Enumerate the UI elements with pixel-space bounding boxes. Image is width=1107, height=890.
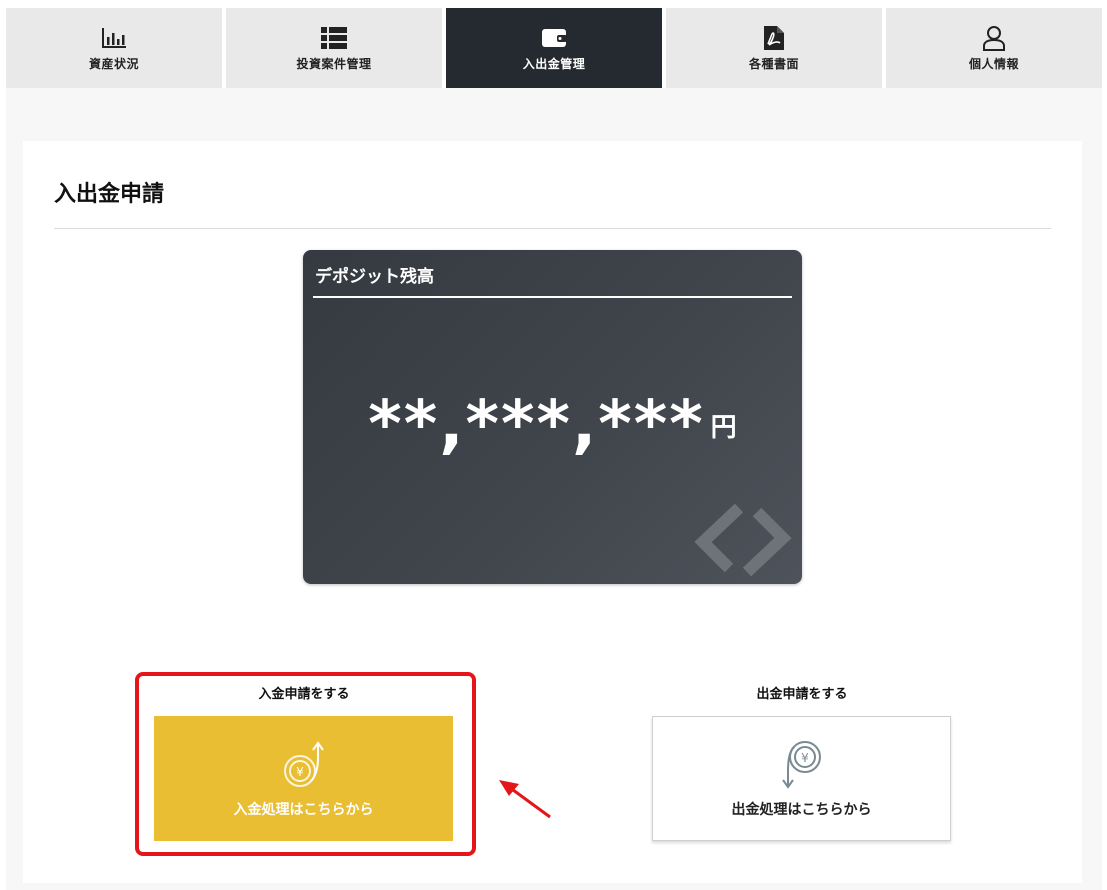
page-title: 入出金申請 xyxy=(54,182,165,207)
withdraw-button-label: 出金処理はこちらから xyxy=(731,801,872,818)
tab-deposit-withdrawal[interactable]: 入出金管理 xyxy=(446,8,662,100)
tab-label: 入出金管理 xyxy=(522,56,586,71)
brand-logo-icon xyxy=(694,503,792,577)
tab-investment-management[interactable]: 投資案件管理 xyxy=(226,8,442,88)
pdf-file-icon xyxy=(760,25,788,51)
highlight-annotation xyxy=(135,672,476,856)
tab-personal-info[interactable]: 個人情報 xyxy=(886,8,1102,88)
annotation-arrow-icon xyxy=(499,780,551,819)
withdraw-heading: 出金申請をする xyxy=(756,687,848,702)
title-divider xyxy=(54,228,1051,229)
main-tab-nav: 資産状況 投資案件管理 入出金管理 各種書面 個人情報 xyxy=(6,8,1102,100)
card-title: デポジット残高 xyxy=(315,267,434,287)
tab-asset-status[interactable]: 資産状況 xyxy=(6,8,222,88)
yen-coin-down-arrow-icon: ¥ xyxy=(781,740,821,789)
tab-label: 投資案件管理 xyxy=(296,56,372,71)
list-icon xyxy=(320,25,348,51)
withdraw-button[interactable]: ¥ 出金処理はこちらから xyxy=(652,716,951,841)
balance-value: **,***,*** xyxy=(368,388,705,462)
balance-amount: **,***,*** 円 xyxy=(303,388,802,462)
card-divider xyxy=(313,296,792,298)
bar-chart-icon xyxy=(100,25,128,51)
tab-label: 資産状況 xyxy=(88,56,139,71)
tab-documents[interactable]: 各種書面 xyxy=(666,8,882,88)
deposit-balance-card: デポジット残高 **,***,*** 円 xyxy=(303,250,802,584)
user-icon xyxy=(980,25,1008,51)
currency-unit: 円 xyxy=(710,413,737,443)
svg-text:¥: ¥ xyxy=(801,751,809,765)
wallet-icon xyxy=(540,25,568,51)
tab-label: 各種書面 xyxy=(748,56,799,71)
tab-label: 個人情報 xyxy=(968,56,1019,71)
